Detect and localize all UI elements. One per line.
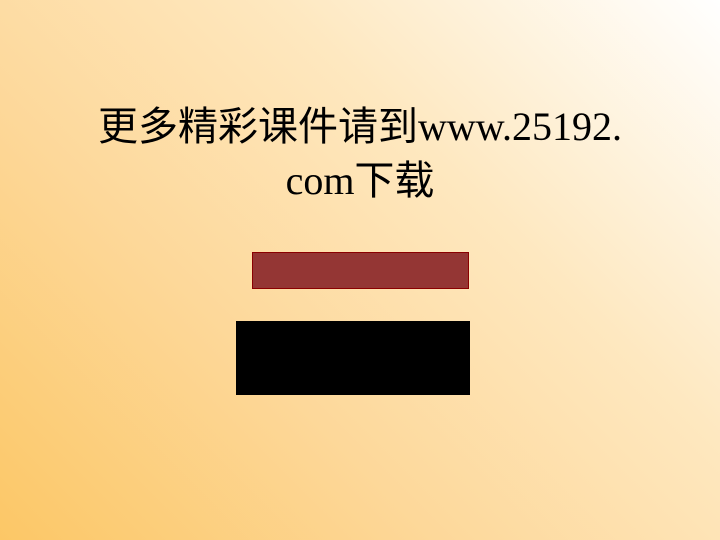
- black-rectangle: [236, 321, 470, 395]
- title-line-2: com下载: [285, 158, 435, 203]
- title-line-1: 更多精彩课件请到www.25192.: [97, 104, 623, 149]
- slide-title: 更多精彩课件请到www.25192. com下载: [40, 100, 680, 208]
- red-rectangle: [252, 252, 469, 289]
